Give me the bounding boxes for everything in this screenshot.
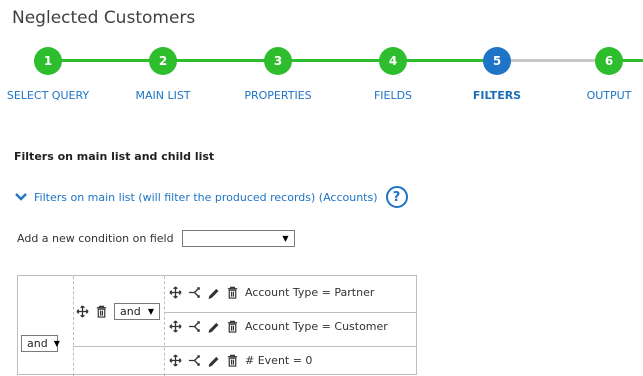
- condition-text: Account Type = Customer: [245, 320, 388, 333]
- help-icon[interactable]: ?: [385, 186, 408, 208]
- tree-row-divider: [73, 346, 417, 347]
- move-icon[interactable]: [169, 354, 182, 367]
- step-label: MAIN LIST: [135, 89, 191, 102]
- step-number: 5: [483, 47, 511, 75]
- wizard-step-select-query[interactable]: 1 SELECT QUERY: [0, 40, 108, 102]
- outer-operator-value: and: [27, 337, 48, 350]
- step-number: 3: [264, 47, 292, 75]
- wizard-step-fields[interactable]: 4 FIELDS: [333, 40, 453, 102]
- step-label: PROPERTIES: [244, 89, 312, 102]
- step-label: SELECT QUERY: [6, 89, 90, 102]
- inner-operator-value: and: [120, 305, 141, 318]
- step-number: 2: [149, 47, 177, 75]
- trash-icon[interactable]: [95, 305, 108, 318]
- branch-icon[interactable]: [188, 354, 201, 367]
- branch-icon[interactable]: [188, 320, 201, 333]
- wizard-step-filters[interactable]: 5 FILTERS: [437, 40, 557, 102]
- trash-icon[interactable]: [226, 354, 239, 367]
- add-condition-field-select[interactable]: ▼: [181, 230, 295, 247]
- chevron-down-icon: ▼: [53, 339, 60, 348]
- trash-icon[interactable]: [226, 286, 239, 299]
- wizard: 1 SELECT QUERY 2 MAIN LIST 3 PROPERTIES …: [0, 40, 643, 110]
- step-number: 4: [379, 47, 407, 75]
- condition-text: Account Type = Partner: [245, 286, 375, 299]
- chevron-down-icon: ▼: [282, 234, 289, 243]
- step-number: 6: [595, 47, 623, 75]
- add-condition-row: Add a new condition on field ▼: [17, 230, 295, 247]
- condition-row: Account Type = Partner: [169, 286, 374, 299]
- move-icon[interactable]: [76, 305, 89, 318]
- section-title: Filters on main list and child list: [14, 150, 215, 163]
- move-icon[interactable]: [169, 320, 182, 333]
- wizard-step-properties[interactable]: 3 PROPERTIES: [218, 40, 338, 102]
- filter-tree: and ▼ and ▼ Account Type = Partner Accou…: [17, 275, 417, 376]
- tree-divider: [164, 276, 165, 376]
- step-number: 1: [34, 47, 62, 75]
- chevron-down-icon: [15, 193, 27, 201]
- page-title: Neglected Customers: [12, 8, 196, 28]
- step-label: FIELDS: [373, 89, 413, 102]
- branch-icon[interactable]: [188, 286, 201, 299]
- tree-row-divider: [164, 312, 417, 313]
- trash-icon[interactable]: [226, 320, 239, 333]
- outer-operator-cell: and ▼: [21, 335, 60, 352]
- chevron-down-icon: ▼: [147, 307, 154, 316]
- move-icon[interactable]: [169, 286, 182, 299]
- pencil-icon[interactable]: [207, 286, 220, 299]
- tree-divider: [73, 276, 74, 376]
- step-label: OUTPUT: [586, 89, 632, 102]
- pencil-icon[interactable]: [207, 354, 220, 367]
- main-list-filter-toggle[interactable]: Filters on main list (will filter the pr…: [14, 186, 408, 208]
- main-list-filter-label: Filters on main list (will filter the pr…: [34, 190, 378, 204]
- condition-row: # Event = 0: [169, 354, 312, 367]
- step-label: FILTERS: [472, 89, 522, 102]
- inner-operator-select[interactable]: and ▼: [114, 303, 160, 320]
- condition-text: # Event = 0: [245, 354, 313, 367]
- group-controls: and ▼: [76, 303, 160, 320]
- wizard-step-output[interactable]: 6 OUTPUT: [549, 40, 643, 102]
- add-condition-label: Add a new condition on field: [17, 232, 174, 245]
- wizard-step-main-list[interactable]: 2 MAIN LIST: [103, 40, 223, 102]
- pencil-icon[interactable]: [207, 320, 220, 333]
- condition-row: Account Type = Customer: [169, 320, 388, 333]
- outer-operator-select[interactable]: and ▼: [21, 335, 60, 352]
